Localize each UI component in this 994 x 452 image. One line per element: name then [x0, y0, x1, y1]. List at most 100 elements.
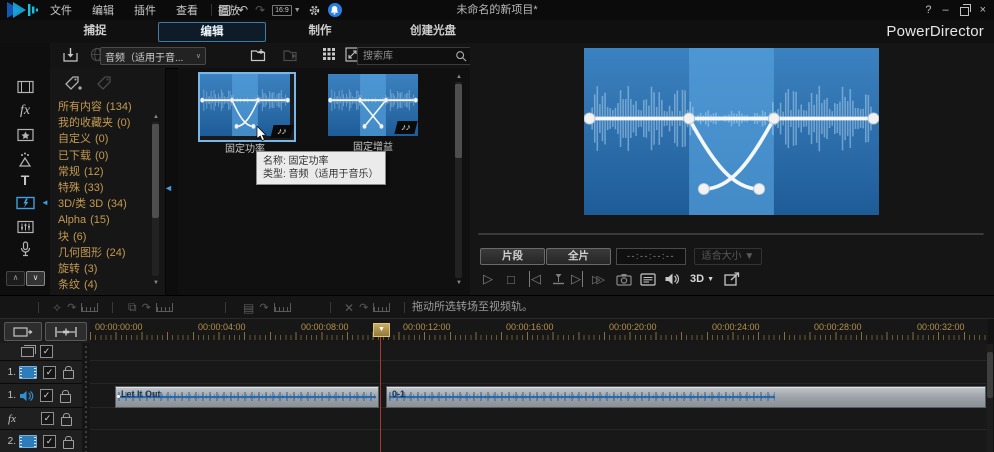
tab-create-disc[interactable]: 创建光盘 [388, 20, 478, 43]
apply-transition-all-button[interactable]: ⧉↷ [128, 296, 173, 319]
save-icon[interactable] [218, 4, 231, 17]
category-custom[interactable]: 自定义(0) [58, 131, 132, 147]
voice-over-room-icon[interactable] [7, 238, 43, 260]
scroll-up-icon[interactable]: ▲ [456, 74, 462, 80]
play-button[interactable]: ▷ [483, 268, 493, 290]
aspect-ratio-dropdown[interactable]: 16:9 ▼ [272, 5, 301, 16]
notification-bell-icon[interactable] [328, 3, 342, 17]
menu-edit[interactable]: 编辑 [82, 2, 124, 18]
category-general[interactable]: 常规(12) [58, 164, 132, 180]
movie-mode-button[interactable]: 全片 [546, 248, 611, 265]
scroll-up-icon[interactable]: ▲ [153, 114, 159, 120]
scroll-down-icon[interactable]: ▼ [153, 280, 159, 286]
category-block[interactable]: 块(6) [58, 229, 132, 245]
track-lock-icon[interactable] [61, 417, 72, 426]
add-tag-icon[interactable] [64, 75, 83, 92]
search-input[interactable] [361, 50, 455, 63]
track-enable-checkbox[interactable] [41, 412, 54, 425]
category-scrollbar[interactable] [152, 122, 159, 276]
category-all-content[interactable]: 所有内容(134) [58, 99, 132, 115]
redo-icon[interactable]: ↷ [255, 0, 265, 20]
tab-produce[interactable]: 制作 [283, 20, 357, 43]
scroll-down-icon[interactable]: ▼ [456, 280, 462, 286]
settings-gear-icon[interactable] [308, 4, 321, 17]
scrollbar-thumb[interactable] [152, 124, 159, 218]
undock-preview-icon[interactable] [724, 268, 740, 290]
transition-item-constant-power[interactable]: ♪♪ [198, 72, 296, 142]
category-3d[interactable]: 3D/类 3D(34) [58, 196, 132, 212]
track-lock-icon[interactable] [63, 440, 74, 449]
media-room-icon[interactable] [7, 76, 43, 98]
title-room-icon[interactable]: T [7, 169, 43, 191]
fit-size-dropdown[interactable]: 适合大小 ▼ [694, 248, 762, 265]
apply-crossfade-button[interactable]: ✕↷ [344, 296, 390, 319]
scroll-rooms-down-button[interactable]: ∨ [26, 271, 45, 286]
audio-mixing-room-icon[interactable] [7, 216, 43, 238]
3d-mode-button[interactable]: 3D▼ [690, 268, 714, 290]
timeline-ruler[interactable]: 00:00:00:00 00:00:04:00 00:00:08:00 00:0… [90, 319, 988, 343]
track-lock-icon[interactable] [60, 394, 71, 403]
apply-image-transition-button[interactable]: ▤↷ [243, 296, 291, 319]
previous-frame-button[interactable]: ◁ [529, 268, 541, 290]
menu-file[interactable]: 文件 [40, 2, 82, 18]
snapshot-camera-icon[interactable] [616, 268, 632, 290]
preview-seekbar[interactable] [478, 233, 984, 235]
category-stripes[interactable]: 条纹(4) [58, 277, 132, 293]
menu-view[interactable]: 查看 [166, 2, 208, 18]
restore-button[interactable] [960, 7, 969, 16]
scrollbar-thumb[interactable] [455, 84, 462, 158]
scroll-rooms-up-button[interactable]: ∧ [6, 271, 25, 286]
fit-timeline-button[interactable] [45, 322, 87, 341]
help-button[interactable]: ? [925, 0, 931, 20]
preview-video-frame[interactable] [584, 48, 879, 215]
search-icon[interactable] [455, 50, 467, 62]
timeline-scrollbar[interactable] [987, 344, 993, 452]
particle-room-icon[interactable] [7, 148, 43, 170]
scrollbar-thumb[interactable] [987, 352, 993, 398]
new-folder-icon[interactable] [250, 47, 266, 63]
collapse-panel-icon[interactable]: ◄ [164, 183, 173, 193]
export-library-icon[interactable] [282, 47, 298, 63]
next-frame-button[interactable]: ▷ [571, 268, 583, 290]
audio-clip-0-1[interactable]: 0-1 [386, 386, 986, 408]
category-geometric[interactable]: 几何图形(24) [58, 245, 132, 261]
playhead-line[interactable] [380, 334, 381, 452]
step-button[interactable] [552, 268, 565, 290]
category-special[interactable]: 特殊(33) [58, 180, 132, 196]
category-favorites[interactable]: 我的收藏夹(0) [58, 115, 132, 131]
library-scrollbar[interactable] [455, 82, 462, 278]
playhead-marker[interactable]: ▼ [373, 323, 390, 337]
category-alpha[interactable]: Alpha(15) [58, 212, 132, 228]
track-enable-checkbox[interactable] [43, 366, 56, 379]
undo-icon[interactable]: ↶ [238, 0, 248, 20]
fast-forward-button[interactable]: ▷▷ [592, 268, 601, 290]
stop-button[interactable]: □ [507, 268, 515, 290]
menu-plugins[interactable]: 插件 [124, 2, 166, 18]
preview-timecode[interactable]: --:--:--:-- [616, 248, 686, 265]
import-media-icon[interactable] [62, 47, 79, 63]
clip-mode-button[interactable]: 片段 [480, 248, 545, 265]
category-downloaded[interactable]: 已下载(0) [58, 148, 132, 164]
transition-room-icon[interactable] [7, 192, 43, 214]
apply-random-transition-button[interactable]: ✧↷ [52, 296, 98, 319]
category-rotate[interactable]: 旋转(3) [58, 261, 132, 277]
audio-clip-let-it-out[interactable]: Let It Out [115, 386, 379, 408]
close-button[interactable]: × [980, 0, 986, 20]
track-lock-icon[interactable] [63, 370, 74, 379]
minimize-button[interactable]: – [942, 0, 948, 20]
grid-view-icon[interactable] [322, 47, 336, 61]
library-filter-dropdown[interactable]: 音频（适用于音... ∨ [100, 47, 206, 65]
remove-tag-icon[interactable] [96, 75, 113, 92]
track-enable-checkbox[interactable] [40, 345, 53, 358]
pip-room-icon[interactable] [7, 124, 43, 146]
track-manager-button[interactable] [4, 322, 42, 341]
preview-quality-icon[interactable] [640, 268, 656, 290]
track-enable-checkbox[interactable] [40, 389, 53, 402]
track-enable-checkbox[interactable] [43, 435, 56, 448]
tab-edit[interactable]: 编辑 [158, 22, 266, 42]
track-content-area[interactable]: Let It Out 0-1 [90, 343, 987, 452]
effect-room-icon[interactable]: fx [7, 100, 43, 122]
transition-item-constant-gain[interactable]: ♪♪ [328, 74, 418, 136]
volume-speaker-icon[interactable] [664, 268, 680, 290]
tab-capture[interactable]: 捕捉 [58, 20, 132, 43]
